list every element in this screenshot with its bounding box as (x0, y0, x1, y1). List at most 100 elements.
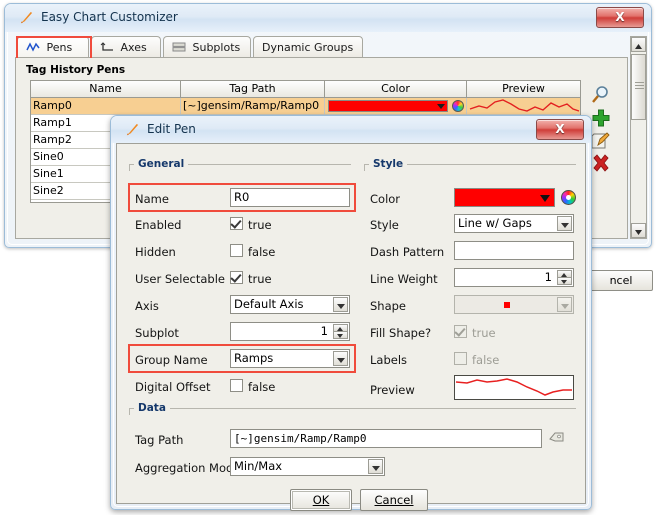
user-selectable-checkbox[interactable] (230, 271, 243, 284)
column-header-tag-path[interactable]: Tag Path (181, 81, 325, 98)
tab-axes-label: Axes (121, 41, 147, 54)
group-name-combobox[interactable]: Ramps (230, 349, 350, 368)
hidden-value: false (248, 245, 275, 259)
fieldset-left-cap (129, 408, 130, 415)
cell-color[interactable] (325, 98, 467, 115)
tab-pens-label: Pens (47, 41, 73, 54)
column-header-name[interactable]: Name (31, 81, 181, 98)
main-window-title: Easy Chart Customizer (41, 10, 178, 24)
edit-pencil-icon[interactable] (590, 130, 612, 152)
labels-label: Labels (370, 353, 407, 367)
line-weight-value: 1 (455, 269, 555, 286)
row-preview-sparkline (469, 98, 580, 114)
tab-pens[interactable]: Pens (17, 36, 89, 58)
style-preview-box (454, 375, 574, 400)
subplots-icon (172, 42, 186, 52)
digital-offset-value: false (248, 380, 275, 394)
tab-subplots-label: Subplots (193, 41, 241, 54)
style-legend: Style (369, 158, 407, 170)
cell-name: Ramp0 (31, 98, 181, 115)
tag-browse-icon[interactable] (549, 432, 565, 446)
color-label: Color (370, 192, 400, 206)
scroll-up-arrow-icon[interactable] (631, 37, 646, 52)
main-tabstrip: Pens Axes Subplots Dynamic Groups (15, 36, 641, 58)
dash-pattern-label: Dash Pattern (370, 245, 444, 259)
axes-icon (100, 42, 114, 52)
user-selectable-value: true (248, 272, 272, 286)
fill-shape-value: true (472, 326, 496, 340)
table-row[interactable]: Ramp0 [~]gensim/Ramp/Ramp0 (31, 98, 580, 115)
data-legend: Data (134, 402, 170, 414)
enabled-value: true (248, 218, 272, 232)
shape-dropdown[interactable] (454, 295, 574, 314)
enabled-checkbox[interactable] (230, 217, 243, 230)
subplot-stepper[interactable]: 1 (230, 322, 350, 341)
chevron-down-icon[interactable] (368, 459, 383, 474)
chevron-down-icon (437, 104, 445, 109)
name-input[interactable]: R0 (230, 188, 350, 207)
digital-offset-checkbox[interactable] (230, 379, 243, 392)
scrollbar-thumb[interactable] (631, 54, 646, 120)
general-legend: General (134, 158, 188, 170)
line-weight-label: Line Weight (370, 272, 438, 286)
row-color-dropdown[interactable] (328, 100, 448, 112)
tab-subplots[interactable]: Subplots (163, 36, 251, 58)
table-toolbar (588, 80, 616, 203)
color-wheel-icon[interactable] (561, 190, 576, 205)
group-name-label: Group Name (135, 353, 208, 367)
dialog-titlebar[interactable]: Edit Pen X (111, 116, 591, 143)
color-dropdown[interactable] (454, 188, 555, 207)
tag-path-input[interactable]: [~]gensim/Ramp/Ramp0 (230, 429, 542, 448)
cell-tag-path: [~]gensim/Ramp/Ramp0 (181, 98, 325, 115)
fieldset-rule (129, 408, 576, 409)
red-x-icon[interactable] (590, 153, 612, 175)
subplot-label: Subplot (135, 326, 179, 340)
group-name-value: Ramps (234, 351, 273, 365)
plus-icon[interactable] (590, 107, 612, 129)
style-dropdown[interactable]: Line w/ Gaps (454, 214, 574, 233)
aggregation-mode-value: Min/Max (234, 459, 282, 473)
tab-axes[interactable]: Axes (91, 36, 161, 58)
main-titlebar[interactable]: Easy Chart Customizer X (5, 4, 651, 32)
preview-label: Preview (370, 383, 415, 397)
column-header-preview[interactable]: Preview (467, 81, 580, 98)
chevron-down-icon (540, 195, 550, 202)
dialog-close-button[interactable]: X (536, 119, 584, 140)
dash-pattern-input[interactable] (454, 241, 574, 260)
tag-history-pens-label: Tag History Pens (26, 64, 125, 76)
close-icon: X (537, 120, 583, 139)
chevron-down-icon[interactable] (333, 351, 348, 366)
cell-preview (467, 98, 580, 115)
chevron-down-icon[interactable] (333, 297, 348, 312)
close-icon: X (597, 8, 643, 27)
ok-button[interactable]: OK (290, 489, 352, 511)
tab-dynamic-groups[interactable]: Dynamic Groups (253, 36, 363, 58)
line-weight-stepper[interactable]: 1 (454, 268, 574, 287)
pen-icon (19, 11, 34, 26)
main-cancel-button[interactable]: ncel (589, 270, 653, 291)
cancel-button[interactable]: Cancel (360, 489, 428, 511)
row-color-wheel-icon[interactable] (452, 100, 464, 112)
tag-path-label: Tag Path (135, 433, 183, 447)
hidden-checkbox[interactable] (230, 244, 243, 257)
scroll-down-arrow-icon[interactable] (631, 223, 646, 238)
column-header-color[interactable]: Color (325, 81, 467, 98)
stepper-down-icon[interactable] (557, 277, 572, 285)
ok-button-label: OK (313, 493, 330, 507)
fieldset-left-cap (129, 164, 130, 171)
aggregation-mode-dropdown[interactable]: Min/Max (230, 457, 385, 476)
dialog-body: General Name R0 Enabled true Hidden fals… (116, 143, 586, 504)
user-selectable-label: User Selectable (135, 272, 225, 286)
enabled-label: Enabled (135, 218, 181, 232)
edit-pen-dialog: Edit Pen X General Name R0 Enabled true … (110, 115, 592, 510)
chevron-down-icon[interactable] (557, 297, 572, 312)
main-vertical-scrollbar[interactable] (630, 36, 647, 239)
fill-shape-checkbox (454, 325, 467, 338)
aggregation-mode-label: Aggregation Mode (135, 461, 240, 475)
chevron-down-icon[interactable] (557, 216, 572, 231)
magnifier-icon[interactable] (590, 84, 612, 106)
axis-dropdown[interactable]: Default Axis (230, 295, 350, 314)
main-close-button[interactable]: X (596, 7, 644, 28)
stepper-down-icon[interactable] (333, 331, 348, 339)
pen-icon (125, 123, 140, 138)
